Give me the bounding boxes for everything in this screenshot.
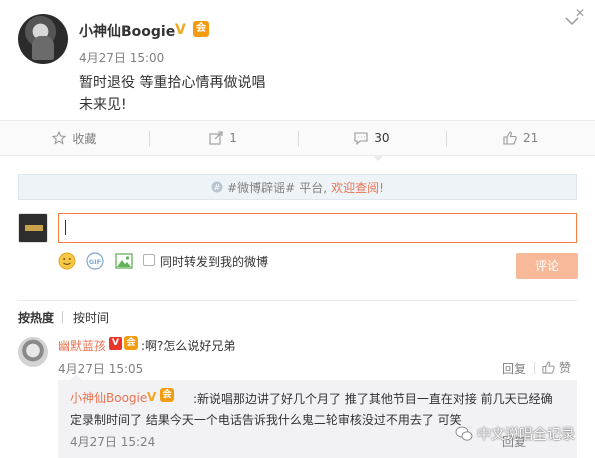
sort-by-time-tab[interactable]: 按时间 [73,309,109,326]
commenter-avatar[interactable] [18,337,48,367]
comment-count: 30 [374,131,390,145]
like-button[interactable]: 21 [446,121,595,155]
post-time[interactable]: 4月27日 15:00 [79,49,164,66]
favorite-label: 收藏 [72,131,97,146]
gif-icon[interactable]: GIF [86,252,104,270]
watermark-text: 中文说唱全记录 [477,427,575,443]
like-count: 21 [522,131,539,145]
comment-like-label: 赞 [559,361,572,375]
sort-by-hot-tab[interactable]: 按热度 [18,309,54,326]
reply-time: 4月27日 15:24 [70,435,156,449]
repost-button[interactable]: 1 [148,121,298,155]
verified-icon: V [109,337,122,350]
comment-reply-button[interactable]: 回复 [502,360,526,377]
thumbs-up-icon [503,131,517,145]
comment-input[interactable] [58,213,577,243]
notice-tag[interactable]: #微博辟谣# [227,179,295,196]
repost-checkbox[interactable] [143,254,155,266]
hashtag-icon: # [211,181,223,193]
thumbs-up-icon [542,361,555,374]
favorite-button[interactable]: 收藏 [0,121,149,155]
notice-link[interactable]: 欢迎查阅! [331,179,384,196]
action-bar: 收藏 1 30 21 [0,120,595,156]
divider [18,300,577,301]
active-tab-arrow [372,155,384,161]
vip-badge-icon: 会 [193,21,209,37]
wechat-icon [455,426,473,441]
comment-text: :啊?怎么说好兄弟 [141,339,236,353]
close-icon[interactable]: ✕ [575,6,585,20]
notice-text: 平台, [299,180,328,195]
vip-badge-icon: 会 [160,388,174,402]
repost-icon [209,131,223,145]
comment-button[interactable]: 30 [297,121,447,155]
weibo-post: 小神仙Boogie V 会 4月27日 15:00 暂时退役 等重拾心情再做说唱… [0,0,595,458]
verified-icon: V [147,390,157,404]
author-name[interactable]: 小神仙Boogie [79,21,175,41]
repost-checkbox-label[interactable]: 同时转发到我的微博 [160,253,268,270]
rumor-notice-banner: # #微博辟谣# 平台, 欢迎查阅! [18,174,577,200]
comment-action-separator [534,362,535,374]
commenter-name[interactable]: 幽默蓝孩 [58,337,106,354]
watermark: 中文说唱全记录 [455,424,575,444]
gif-label: GIF [89,258,101,266]
star-icon [52,131,67,145]
author-avatar[interactable] [18,14,68,64]
comment-like-button[interactable]: 赞 [542,359,571,376]
post-line: 未来见! [79,97,127,113]
reply-author-name[interactable]: 小神仙Boogie [70,389,147,406]
comment-icon [354,132,368,145]
vip-badge-icon: 会 [124,336,138,350]
post-line: 暂时退役 等重拾心情再做说唱 [79,75,266,91]
emoji-icon[interactable] [58,252,76,270]
repost-count: 1 [229,131,237,145]
sort-separator [62,311,63,323]
verified-icon: V [175,22,186,38]
post-content: 暂时退役 等重拾心情再做说唱 未来见! [79,72,265,116]
comment-submit-button[interactable]: 评论 [516,253,578,279]
text-cursor [65,220,66,235]
svg-text:#: # [214,183,221,192]
current-user-avatar [18,213,48,243]
image-icon[interactable] [115,252,133,270]
